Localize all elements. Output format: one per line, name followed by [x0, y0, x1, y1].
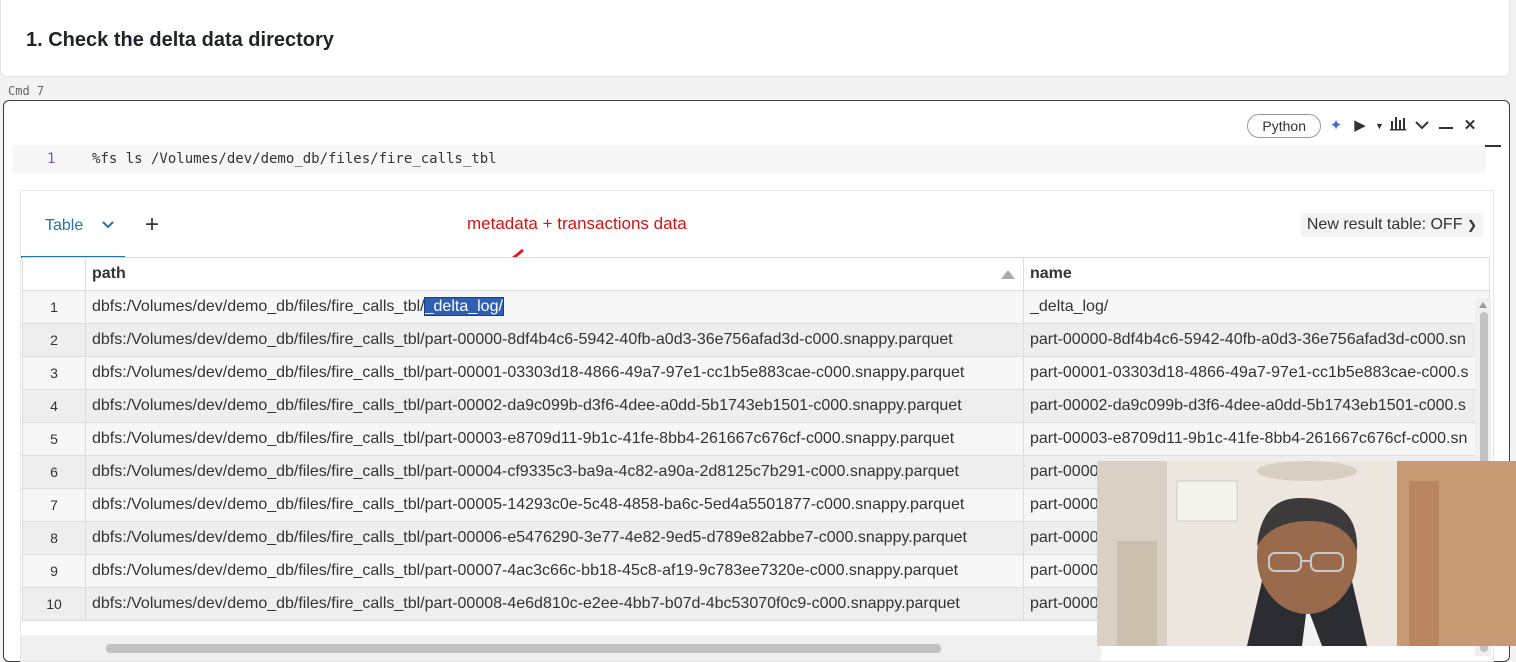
name-cell[interactable]: part-00002-da9c099b-d3f6-4dee-a0dd-5b174…	[1023, 389, 1490, 423]
selected-text[interactable]: _delta_log/	[423, 297, 504, 316]
sort-ascending-icon[interactable]	[1001, 270, 1015, 279]
row-number: 9	[22, 554, 86, 588]
language-button[interactable]: Python	[1247, 114, 1321, 138]
minimize-icon[interactable]	[1437, 116, 1455, 136]
new-result-label: New result table: OFF	[1306, 216, 1463, 233]
column-header-path[interactable]: path	[85, 257, 1024, 291]
markdown-cell[interactable]: 1. Check the delta data directory	[0, 0, 1510, 77]
path-cell[interactable]: dbfs:/Volumes/dev/demo_db/files/fire_cal…	[85, 323, 1024, 357]
row-number: 8	[22, 521, 86, 555]
run-icon[interactable]: ▶	[1351, 116, 1369, 136]
markdown-heading: 1. Check the delta data directory	[26, 29, 334, 51]
name-cell[interactable]: part-00000-8df4b4c6-5942-40fb-a0d3-36e75…	[1023, 323, 1490, 357]
column-header-name[interactable]: name	[1023, 257, 1490, 291]
row-number: 1	[22, 290, 86, 324]
presenter-video-image	[1097, 461, 1516, 646]
path-cell[interactable]: dbfs:/Volumes/dev/demo_db/files/fire_cal…	[85, 422, 1024, 456]
tab-table[interactable]: Table	[45, 217, 83, 235]
table-header-row: path name	[22, 257, 1490, 291]
new-result-table-toggle[interactable]: New result table: OFF ❯	[1300, 213, 1483, 237]
row-number-header	[22, 257, 86, 291]
chevron-down-icon: ❯	[1466, 218, 1477, 232]
row-number: 6	[22, 455, 86, 489]
cmd-label: Cmd 7	[8, 84, 45, 98]
sparkle-icon[interactable]: ✦	[1327, 116, 1345, 136]
path-cell[interactable]: dbfs:/Volumes/dev/demo_db/files/fire_cal…	[85, 587, 1024, 621]
path-cell[interactable]: dbfs:/Volumes/dev/demo_db/files/fire_cal…	[85, 290, 1024, 324]
webcam-overlay	[1097, 461, 1516, 646]
table-row: 2 dbfs:/Volumes/dev/demo_db/files/fire_c…	[22, 323, 1490, 357]
path-cell[interactable]: dbfs:/Volumes/dev/demo_db/files/fire_cal…	[85, 455, 1024, 489]
row-number: 2	[22, 323, 86, 357]
name-cell[interactable]: _delta_log/	[1023, 290, 1490, 324]
horizontal-scrollbar[interactable]	[21, 635, 1101, 661]
path-cell[interactable]: dbfs:/Volumes/dev/demo_db/files/fire_cal…	[85, 488, 1024, 522]
code-text[interactable]: %fs ls /Volumes/dev/demo_db/files/fire_c…	[92, 151, 497, 167]
row-number: 7	[22, 488, 86, 522]
name-cell[interactable]: part-00003-e8709d11-9b1c-41fe-8bb4-26166…	[1023, 422, 1490, 456]
path-cell[interactable]: dbfs:/Volumes/dev/demo_db/files/fire_cal…	[85, 356, 1024, 390]
close-icon[interactable]: ✕	[1461, 116, 1479, 136]
table-row: 3 dbfs:/Volumes/dev/demo_db/files/fire_c…	[22, 356, 1490, 390]
line-number: 1	[47, 151, 56, 167]
path-cell[interactable]: dbfs:/Volumes/dev/demo_db/files/fire_cal…	[85, 389, 1024, 423]
scroll-up-icon[interactable]	[1479, 302, 1487, 308]
chart-icon[interactable]	[1389, 115, 1407, 137]
cell-toolbar: Python ✦ ▶ ▼ ✕	[1247, 113, 1479, 139]
table-row: 5 dbfs:/Volumes/dev/demo_db/files/fire_c…	[22, 422, 1490, 456]
row-number: 10	[22, 587, 86, 621]
horizontal-scroll-thumb[interactable]	[106, 644, 941, 653]
row-number: 5	[22, 422, 86, 456]
name-cell[interactable]: part-00001-03303d18-4866-49a7-97e1-cc1b5…	[1023, 356, 1490, 390]
table-row: 4 dbfs:/Volumes/dev/demo_db/files/fire_c…	[22, 389, 1490, 423]
code-editor-line[interactable]: 1 %fs ls /Volumes/dev/demo_db/files/fire…	[12, 145, 1486, 173]
path-cell[interactable]: dbfs:/Volumes/dev/demo_db/files/fire_cal…	[85, 554, 1024, 588]
path-cell[interactable]: dbfs:/Volumes/dev/demo_db/files/fire_cal…	[85, 521, 1024, 555]
run-dropdown-icon[interactable]: ▼	[1375, 116, 1384, 136]
row-number: 3	[22, 356, 86, 390]
table-row: 1 dbfs:/Volumes/dev/demo_db/files/fire_c…	[22, 290, 1490, 324]
tab-chevron-icon[interactable]	[102, 217, 114, 232]
editor-scroll-indicator	[1485, 145, 1501, 147]
add-visualization-button[interactable]: +	[145, 211, 159, 239]
annotation-text: metadata + transactions data	[467, 214, 687, 233]
chevron-down-icon[interactable]	[1413, 116, 1431, 136]
row-number: 4	[22, 389, 86, 423]
